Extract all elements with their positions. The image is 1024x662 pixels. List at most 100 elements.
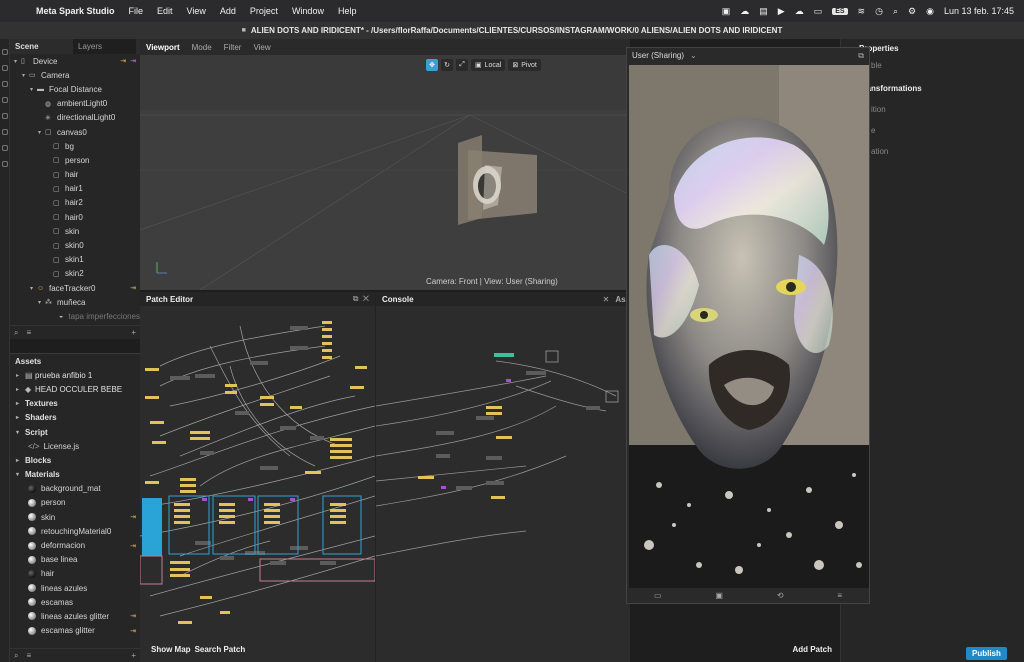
record-icon[interactable]: ▣ — [715, 591, 723, 600]
expand-arrow-icon[interactable]: ▾ — [30, 86, 37, 93]
show-map-button[interactable]: Show Map — [151, 645, 191, 654]
menu-help[interactable]: Help — [338, 6, 357, 16]
device-selector[interactable]: User (Sharing) — [632, 51, 684, 60]
scene-tree-item[interactable]: ▾ ⁂ muñeca — [10, 295, 140, 309]
control-center-icon[interactable]: ⚙ — [908, 6, 916, 17]
section-script[interactable]: ▾ Script — [10, 425, 140, 439]
expand-arrow-icon[interactable]: ▾ — [14, 58, 21, 65]
pivot-toggle[interactable]: ⊠ Pivot — [508, 59, 541, 71]
scene-tree-item[interactable]: ▢ hair0 — [10, 210, 140, 224]
tracker-link-icon[interactable]: ⇥ — [130, 284, 136, 292]
scene-tree-item[interactable]: ▾ ▭ Camera — [10, 68, 140, 82]
scene-tree-item[interactable]: ▢ skin2 — [10, 267, 140, 281]
chevron-down-icon[interactable]: ⌄ — [690, 51, 697, 60]
scene-tree-item[interactable]: ▢ hair1 — [10, 182, 140, 196]
move-tool-icon[interactable]: ✥ — [426, 59, 438, 71]
siri-icon[interactable]: ◉ — [926, 6, 934, 17]
scene-tree-item[interactable]: ▾ ▬ Focal Distance — [10, 82, 140, 96]
rotate-tool-icon[interactable]: ↻ — [441, 59, 453, 71]
scene-tree-item[interactable]: ◒ tapa imperfecciones — [10, 309, 140, 323]
menu-add[interactable]: Add — [220, 6, 236, 16]
rotate-device-icon[interactable]: ⟲ — [777, 591, 784, 600]
filter-icon[interactable]: ≡ — [26, 651, 31, 660]
creative-cloud-icon[interactable]: ☁ — [740, 6, 749, 17]
filter-icon[interactable]: ≡ — [26, 328, 31, 337]
section-textures[interactable]: ▸ Textures — [10, 397, 140, 411]
tool-button[interactable] — [2, 113, 8, 119]
publish-button[interactable]: Publish — [966, 647, 1007, 660]
device-link-icon[interactable]: ⇥ — [120, 57, 126, 65]
tool-button[interactable] — [2, 161, 8, 167]
material-item[interactable]: escamas — [10, 595, 140, 609]
scene-tree-item[interactable]: ▾ ▢ canvas0 — [10, 125, 140, 139]
material-item[interactable]: hair — [10, 567, 140, 581]
scene-tree-item[interactable]: ▾ ☺ faceTracker0 ⇥ — [10, 281, 140, 295]
patch-link-icon[interactable]: ⇥ — [130, 612, 136, 620]
keyboard-layout[interactable]: ES — [832, 7, 848, 15]
cloud-icon[interactable]: ☁ — [795, 6, 804, 17]
search-icon[interactable]: ⌕ — [893, 6, 898, 17]
expand-arrow-icon[interactable]: ▾ — [22, 72, 29, 79]
search-patch-button[interactable]: Search Patch — [195, 645, 246, 654]
expand-arrow-icon[interactable]: ▾ — [38, 129, 45, 136]
scale-tool-icon[interactable]: ⤢ — [456, 59, 468, 71]
material-item[interactable]: deformacion ⇥ — [10, 538, 140, 552]
expand-arrow-icon[interactable]: ▾ — [38, 299, 45, 306]
tool-button[interactable] — [2, 49, 8, 55]
tool-button[interactable] — [2, 65, 8, 71]
scene-tree-item[interactable]: ▢ bg — [10, 139, 140, 153]
scene-tree-item[interactable]: ▢ skin — [10, 224, 140, 238]
material-item[interactable]: retouchingMaterial0 — [10, 524, 140, 538]
section-blocks[interactable]: ▸ Blocks — [10, 453, 140, 467]
play-icon[interactable]: ▶ — [778, 6, 785, 17]
status-app-icon[interactable]: ▣ — [722, 6, 731, 17]
local-toggle[interactable]: ▣ Local — [471, 59, 506, 71]
camera-icon[interactable]: ▭ — [654, 591, 662, 600]
material-item[interactable]: skin ⇥ — [10, 510, 140, 524]
scene-tree-item[interactable]: ▢ hair2 — [10, 196, 140, 210]
section-materials[interactable]: ▾ Materials — [10, 468, 140, 482]
clock-history-icon[interactable]: ◷ — [875, 6, 883, 17]
popout-icon[interactable]: ⧉ — [858, 51, 864, 61]
material-item[interactable]: base linea — [10, 553, 140, 567]
console-title[interactable]: Console — [382, 295, 414, 304]
material-item[interactable]: escamas glitter ⇥ — [10, 624, 140, 638]
tab-viewport[interactable]: Viewport — [140, 43, 186, 52]
material-item[interactable]: background_mat — [10, 482, 140, 496]
menu-project[interactable]: Project — [250, 6, 278, 16]
scene-tree-item[interactable]: ▢ hair — [10, 168, 140, 182]
material-item[interactable]: person — [10, 496, 140, 510]
scene-tree-item[interactable]: ◍ ambientLight0 — [10, 97, 140, 111]
search-icon[interactable]: ⌕ — [14, 651, 18, 661]
patch-graph[interactable] — [140, 306, 375, 640]
viewport-scene[interactable] — [140, 55, 630, 290]
tab-scene[interactable]: Scene — [10, 39, 73, 54]
add-object-icon[interactable]: + — [131, 328, 136, 337]
scene-tree-item[interactable]: ▢ person — [10, 153, 140, 167]
material-item[interactable]: lineas azules glitter ⇥ — [10, 609, 140, 623]
menu-view[interactable]: View — [187, 6, 206, 16]
menu-window[interactable]: Window — [292, 6, 324, 16]
menu-file[interactable]: File — [129, 6, 144, 16]
tool-button[interactable] — [2, 129, 8, 135]
scene-tree-item[interactable]: ✳ directionalLight0 — [10, 111, 140, 125]
app-menu[interactable]: Meta Spark Studio — [36, 6, 115, 16]
tool-button[interactable] — [2, 81, 8, 87]
cast-icon[interactable]: ▭ — [814, 6, 823, 17]
expand-arrow-icon[interactable]: ▾ — [30, 285, 37, 292]
scene-tree-item[interactable]: ▾ ▯ Device ⇥ ⇥ — [10, 54, 140, 68]
asset-folder[interactable]: ▸ ◆ HEAD OCCULER BEBE — [10, 382, 140, 396]
menubar-clock[interactable]: Lun 13 feb. 17:45 — [944, 6, 1014, 16]
search-icon[interactable]: ⌕ — [14, 328, 18, 338]
tab-view[interactable]: View — [247, 43, 276, 52]
add-asset-icon[interactable]: + — [131, 651, 136, 660]
tab-mode[interactable]: Mode — [186, 43, 218, 52]
scene-tree-item[interactable]: ▢ skin0 — [10, 238, 140, 252]
popout-icon[interactable]: ⧉ ✕ — [353, 294, 369, 304]
device-patch-icon[interactable]: ⇥ — [130, 57, 136, 65]
menu-edit[interactable]: Edit — [157, 6, 173, 16]
patch-link-icon[interactable]: ⇥ — [130, 513, 136, 521]
tool-button[interactable] — [2, 97, 8, 103]
tool-button[interactable] — [2, 145, 8, 151]
patch-link-icon[interactable]: ⇥ — [130, 627, 136, 635]
